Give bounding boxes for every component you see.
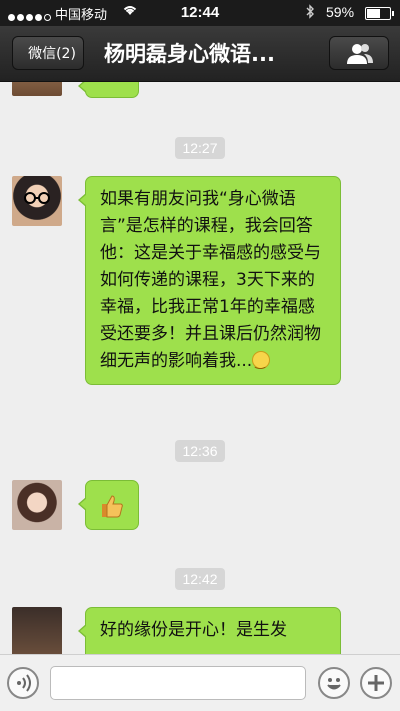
- status-bar: 中国移动 12:44 59%: [0, 0, 400, 26]
- timestamp: 12:27: [0, 137, 400, 159]
- message-input[interactable]: [50, 666, 306, 700]
- voice-button[interactable]: [7, 667, 39, 699]
- avatar[interactable]: [12, 480, 62, 530]
- battery-level: [367, 9, 380, 18]
- chat-title: 杨明磊身心微语...: [104, 42, 275, 66]
- emoji-icon: [327, 678, 341, 690]
- voice-icon: [17, 674, 31, 692]
- avatar[interactable]: [12, 82, 62, 96]
- thumbs-up-icon: [102, 495, 123, 518]
- message-text: 好的缘份是开心！是生发: [100, 620, 287, 640]
- back-button[interactable]: 微信(2): [12, 36, 84, 70]
- message-bubble[interactable]: [78, 82, 139, 98]
- message-bubble[interactable]: 好的缘份是开心！是生发: [78, 607, 341, 654]
- chat-info-button[interactable]: [329, 36, 389, 70]
- timestamp: 12:42: [0, 568, 400, 590]
- message-bubble[interactable]: 如果有朋友问我“身心微语言”是怎样的课程，我会回答他：这是关于幸福感的感受与如何…: [78, 176, 341, 385]
- message-bubble[interactable]: [78, 480, 139, 530]
- navigation-bar: 微信(2) 杨明磊身心微语...: [0, 26, 400, 82]
- chat-area[interactable]: 12:27 如果有朋友问我“身心微语言”是怎样的课程，我会回答他：这是关于幸福感…: [0, 82, 400, 654]
- message-text: 如果有朋友问我“身心微语言”是怎样的课程，我会回答他：这是关于幸福感的感受与如何…: [100, 189, 321, 371]
- battery-percent: 59%: [326, 4, 355, 20]
- smiley-icon: [252, 349, 271, 376]
- bluetooth-icon: [305, 4, 315, 22]
- emoji-button[interactable]: [318, 667, 350, 699]
- contacts-icon: [347, 44, 373, 64]
- plus-icon: [368, 675, 384, 691]
- avatar[interactable]: [12, 607, 62, 654]
- avatar[interactable]: [12, 176, 62, 226]
- more-button[interactable]: [360, 667, 392, 699]
- input-bar: [0, 654, 400, 711]
- timestamp: 12:36: [0, 440, 400, 462]
- battery-icon: [365, 7, 394, 20]
